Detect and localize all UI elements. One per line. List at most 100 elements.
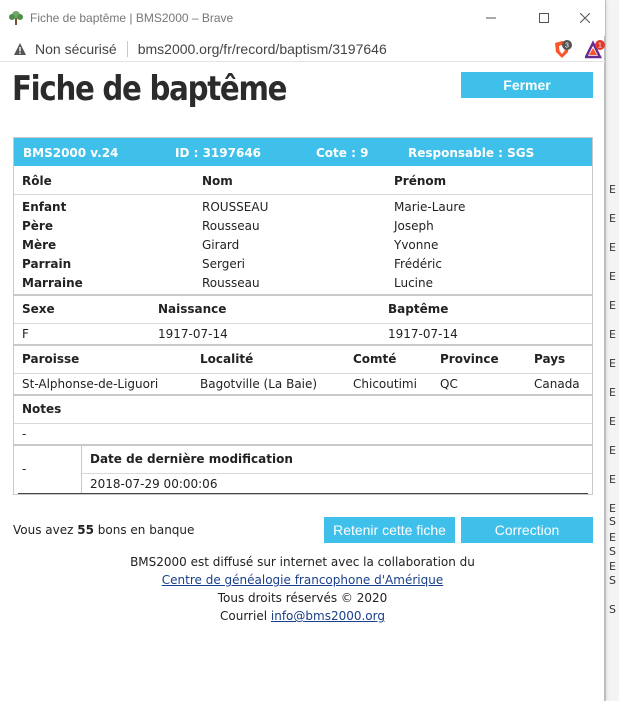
background-cell: E	[609, 241, 616, 254]
table-row: Enfant ROUSSEAU Marie-Laure	[14, 197, 592, 216]
modification-left-cell: -	[14, 446, 82, 494]
maximize-icon	[539, 13, 549, 23]
paroisse-cell: St-Alphonse-de-Liguori	[22, 377, 159, 391]
notes-value: -	[22, 427, 27, 441]
close-icon	[580, 13, 590, 23]
nom-cell: ROUSSEAU	[202, 200, 269, 214]
background-cell: E	[609, 444, 616, 457]
background-cell: E	[609, 328, 616, 341]
role-cell: Parrain	[22, 257, 72, 271]
vitals-header-row: Sexe Naissance Baptême	[14, 296, 592, 323]
page-title: Fiche de baptême	[12, 69, 287, 109]
background-cell: E	[609, 357, 616, 370]
background-page: E E E E E E E E E E E E E E S S S S	[605, 0, 619, 701]
url-field[interactable]: bms2000.org/fr/record/baptism/3197646	[138, 41, 387, 57]
family-tree-icon	[9, 11, 23, 25]
keep-record-button[interactable]: Retenir cette fiche	[324, 517, 455, 543]
role-cell: Père	[22, 219, 53, 233]
close-window-button[interactable]	[562, 0, 608, 36]
security-status[interactable]: Non sécurisé	[35, 41, 117, 57]
background-cell: E	[609, 502, 616, 515]
province-cell: QC	[440, 377, 458, 391]
rewards-count: 1	[598, 43, 602, 50]
vitals-section: Sexe Naissance Baptême F 1917-07-14 1917…	[14, 294, 592, 344]
page-content: Fiche de baptême Fermer BMS2000 v.24 ID …	[0, 63, 605, 701]
modification-left-value: -	[22, 462, 27, 476]
divider	[18, 493, 588, 494]
background-cell: E	[609, 183, 616, 196]
column-header: Comté	[353, 352, 397, 366]
localite-cell: Bagotville (La Baie)	[200, 377, 318, 391]
address-separator	[126, 40, 128, 57]
column-header: Naissance	[158, 302, 227, 316]
pays-cell: Canada	[534, 377, 580, 391]
column-header: Sexe	[22, 302, 55, 316]
location-section: Paroisse Localité Comté Province Pays St…	[14, 344, 592, 394]
bapteme-cell: 1917-07-14	[388, 327, 458, 341]
address-bar[interactable]: Non sécurisé bms2000.org/fr/record/bapti…	[0, 36, 605, 62]
record-responsable: Responsable : SGS	[408, 146, 535, 160]
email-link[interactable]: info@bms2000.org	[271, 609, 385, 623]
partner-link[interactable]: Centre de généalogie francophone d'Améri…	[162, 573, 443, 587]
correction-button[interactable]: Correction	[461, 517, 593, 543]
location-header-row: Paroisse Localité Comté Province Pays	[14, 346, 592, 373]
prenom-cell: Marie-Laure	[394, 200, 466, 214]
prenom-cell: Frédéric	[394, 257, 442, 271]
column-header: Baptême	[388, 302, 449, 316]
background-cell: E	[609, 473, 616, 486]
column-header: Province	[440, 352, 499, 366]
column-header: Nom	[202, 174, 233, 188]
column-header: Paroisse	[22, 352, 80, 366]
minimize-button[interactable]	[468, 0, 514, 36]
background-cell: S	[609, 515, 616, 528]
background-cell: E	[609, 299, 616, 312]
record-id: ID : 3197646	[175, 146, 262, 160]
table-row: Mère Girard Yvonne	[14, 235, 592, 254]
nom-cell: Rousseau	[202, 219, 260, 233]
notes-section: Notes -	[14, 394, 592, 444]
background-cell: E	[609, 415, 616, 428]
close-button[interactable]: Fermer	[461, 72, 593, 98]
prenom-cell: Joseph	[394, 219, 434, 233]
table-row: F 1917-07-14 1917-07-14	[14, 324, 592, 344]
record-card: BMS2000 v.24 ID : 3197646 Cote : 9 Respo…	[13, 137, 593, 495]
table-row: Parrain Sergeri Frédéric	[14, 254, 592, 273]
brave-rewards-icon[interactable]: 1	[585, 40, 605, 60]
background-cell: E	[609, 270, 616, 283]
record-version: BMS2000 v.24	[23, 146, 119, 160]
background-cell: S	[609, 545, 616, 558]
column-header: Rôle	[22, 174, 52, 188]
nom-cell: Girard	[202, 238, 240, 252]
table-row: Marraine Rousseau Lucine	[14, 273, 592, 292]
brave-shield-icon[interactable]: 3	[552, 40, 572, 60]
role-cell: Marraine	[22, 276, 83, 290]
table-row: Père Rousseau Joseph	[14, 216, 592, 235]
footer: BMS2000 est diffusé sur internet avec la…	[0, 553, 605, 625]
modification-section: - Date de dernière modification 2018-07-…	[14, 444, 592, 494]
background-cell: S	[609, 603, 616, 616]
bank-count: 55	[77, 523, 94, 537]
background-cell: S	[609, 574, 616, 587]
persons-section: Rôle Nom Prénom Enfant ROUSSEAU Marie-La…	[14, 166, 592, 294]
table-row: St-Alphonse-de-Liguori Bagotville (La Ba…	[14, 374, 592, 394]
role-cell: Mère	[22, 238, 57, 252]
footer-collab-text: BMS2000 est diffusé sur internet avec la…	[130, 555, 475, 569]
warning-icon[interactable]	[13, 42, 27, 56]
nom-cell: Rousseau	[202, 276, 260, 290]
notes-header-row: Notes	[14, 396, 592, 423]
nom-cell: Sergeri	[202, 257, 245, 271]
column-header: Localité	[200, 352, 254, 366]
record-cote: Cote : 9	[316, 146, 369, 160]
comte-cell: Chicoutimi	[353, 377, 417, 391]
modification-right-cell: Date de dernière modification 2018-07-29…	[82, 446, 592, 494]
prenom-cell: Yvonne	[394, 238, 439, 252]
background-cell: E	[609, 560, 616, 573]
window-title: Fiche de baptême | BMS2000 – Brave	[30, 11, 234, 25]
bank-suffix: bons en banque	[97, 523, 195, 537]
modification-date: 2018-07-29 00:00:06	[90, 477, 218, 491]
maximize-button[interactable]	[521, 0, 567, 36]
title-bar[interactable]: Fiche de baptême | BMS2000 – Brave	[0, 0, 605, 36]
shield-count: 3	[565, 43, 569, 50]
column-header: Prénom	[394, 174, 447, 188]
record-header: BMS2000 v.24 ID : 3197646 Cote : 9 Respo…	[14, 138, 592, 166]
